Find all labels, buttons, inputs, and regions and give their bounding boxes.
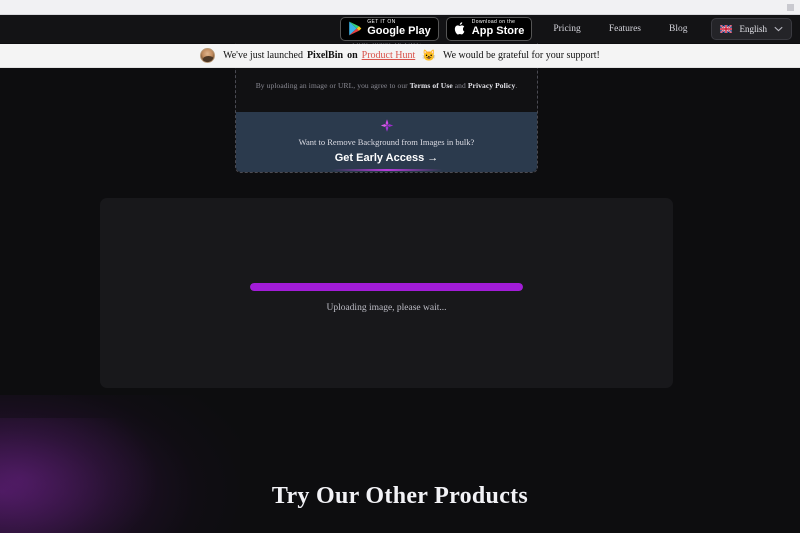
upload-progress-panel: Uploading image, please wait... xyxy=(100,198,673,388)
banner-brand: PixelBin xyxy=(306,50,344,61)
apple-icon xyxy=(454,22,465,35)
language-selector[interactable]: English xyxy=(711,17,792,40)
google-play-label-group: GET IT ON Google Play xyxy=(367,20,431,37)
page-root: or drop image anywhere Paste image or UR… xyxy=(0,10,800,533)
get-early-access-button[interactable]: Get Early Access → xyxy=(236,152,537,164)
terms-of-use-link[interactable]: Terms of Use xyxy=(410,81,453,90)
browser-chrome-strip xyxy=(0,0,800,15)
app-store-label-group: Download on the App Store xyxy=(472,20,525,37)
privacy-policy-link[interactable]: Privacy Policy xyxy=(468,81,515,90)
app-store-badge[interactable]: Download on the App Store xyxy=(445,16,533,41)
banner-text-on: on xyxy=(347,50,358,61)
bulk-promo-box[interactable]: Want to Remove Background from Images in… xyxy=(236,112,537,172)
uk-flag-icon xyxy=(720,24,733,33)
google-play-icon xyxy=(349,21,362,36)
nav-items-container: GET IT ON Google Play Download on the Ap… xyxy=(340,14,792,43)
banner-text-after: We would be grateful for your support! xyxy=(442,50,600,61)
banner-text-before: We've just launched xyxy=(223,50,303,61)
language-label: English xyxy=(739,23,767,34)
nav-link-pricing[interactable]: Pricing xyxy=(539,24,594,34)
terms-text-before: By uploading an image or URL, you agree … xyxy=(255,81,408,90)
app-store-big-label: App Store xyxy=(471,25,525,37)
chrome-corner-icon xyxy=(787,4,794,11)
sparkle-icon xyxy=(380,119,393,132)
google-play-badge[interactable]: GET IT ON Google Play xyxy=(340,16,439,41)
upload-progress-bar xyxy=(250,283,523,291)
promo-underline-accent xyxy=(331,169,442,171)
terms-notice: By uploading an image or URL, you agree … xyxy=(236,81,537,90)
cat-icon: 😺 xyxy=(422,50,436,62)
avatar-icon xyxy=(200,48,216,63)
terms-period: . xyxy=(515,81,518,90)
top-navigation-bar: GET IT ON Google Play Download on the Ap… xyxy=(0,14,800,43)
product-hunt-banner[interactable]: We've just launched PixelBin on Product … xyxy=(0,44,800,68)
other-products-heading: Try Our Other Products xyxy=(271,483,529,509)
google-play-big-label: Google Play xyxy=(367,25,431,37)
chevron-down-icon xyxy=(774,26,783,31)
product-hunt-link[interactable]: Product Hunt xyxy=(362,50,416,61)
terms-and: and xyxy=(454,81,466,90)
nav-link-features[interactable]: Features xyxy=(595,24,655,34)
nav-link-blog[interactable]: Blog xyxy=(655,24,701,34)
upload-status-text: Uploading image, please wait... xyxy=(326,303,447,313)
bulk-promo-question: Want to Remove Background from Images in… xyxy=(298,137,475,147)
upload-progress-fill xyxy=(250,283,523,291)
